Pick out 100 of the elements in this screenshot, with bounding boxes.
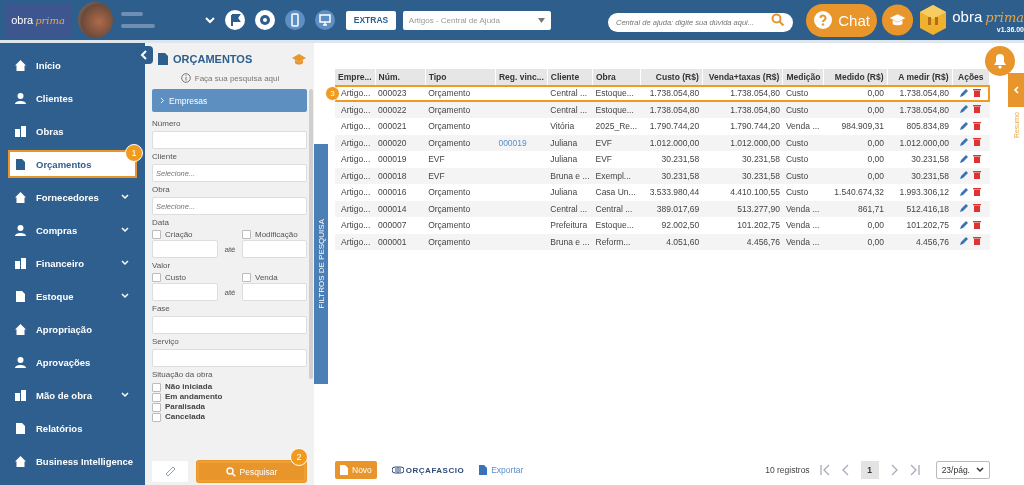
table-row[interactable]: Artigo... 000001 Orçamento Bruna e ... Reform... 4.051,60 4.456,76 Venda ... 0,00 4.456,76 xyxy=(335,233,990,250)
sidebar-item[interactable]: Aprovações xyxy=(8,348,137,376)
sidebar-item[interactable]: Apropriação xyxy=(8,315,137,343)
table-row[interactable]: Artigo... 000019 EVF Juliana EVF 30.231,58 30.231,58 Custo 0,00 30.231,58 xyxy=(335,151,990,168)
brand-script: prima xyxy=(985,9,1024,25)
home-icon xyxy=(14,58,27,72)
column-header[interactable]: A medir (R$) xyxy=(887,69,953,85)
sidebar-item[interactable]: Compras xyxy=(8,216,137,244)
checkbox[interactable]: Venda xyxy=(242,273,307,282)
checkbox[interactable]: Criação xyxy=(152,230,242,239)
sidebar-item[interactable]: Fornecedores xyxy=(8,183,137,211)
delete-icon[interactable] xyxy=(973,104,982,114)
sidebar-item[interactable]: Estoque xyxy=(8,282,137,310)
input-field[interactable] xyxy=(152,240,218,258)
input-field[interactable] xyxy=(152,131,307,149)
table-row[interactable]: Artigo... 000022 Orçamento Central ... Estoque... 1.738.054,80 1.738.054,80 Custo 0,00 1.738.054,80 xyxy=(335,101,990,118)
table-row[interactable]: Artigo... 000014 Orçamento Central ... Central ... 389.017,69 513.277,90 Venda ... 861,71 512.416,18 xyxy=(335,200,990,217)
table-cell: EVF xyxy=(595,137,613,148)
chevron-down-icon[interactable] xyxy=(205,16,216,24)
last-page-icon[interactable] xyxy=(908,464,921,476)
sidebar-item[interactable]: Mão de obra xyxy=(8,381,137,409)
delete-icon[interactable] xyxy=(973,120,982,130)
table-cell: Juliana xyxy=(550,187,578,198)
table-cell: 861,71 xyxy=(858,203,884,214)
delete-icon[interactable] xyxy=(973,137,982,147)
search-icon[interactable] xyxy=(771,13,786,27)
delete-icon[interactable] xyxy=(973,203,982,213)
first-page-icon[interactable] xyxy=(818,464,831,476)
column-header[interactable]: Obra xyxy=(592,69,641,85)
scrollbar[interactable] xyxy=(309,89,313,379)
checkbox[interactable]: Paralisada xyxy=(152,402,307,412)
table-cell: 000022 xyxy=(378,104,407,115)
column-header[interactable]: Empre... xyxy=(335,69,376,85)
table-cell: 30.231,58 xyxy=(911,154,950,165)
input-field[interactable] xyxy=(242,240,307,258)
checkbox[interactable]: Modificação xyxy=(242,230,307,239)
help-icon xyxy=(813,10,834,30)
export-link[interactable]: Exportar xyxy=(479,465,524,475)
table-cell: 805.834,89 xyxy=(906,121,950,132)
page-size-dropdown[interactable]: 23/pág. xyxy=(935,461,990,479)
delete-icon[interactable] xyxy=(973,219,982,229)
sidebar-item[interactable]: Início xyxy=(8,51,137,79)
table-cell: Central ... xyxy=(550,203,588,214)
input-field[interactable] xyxy=(242,283,307,301)
checkbox[interactable]: Custo xyxy=(152,273,242,282)
partner-logo-text: ORÇAFASCIO xyxy=(405,465,465,475)
filters-side-tab[interactable]: FILTROS DE PESQUISA xyxy=(314,144,328,384)
table-row[interactable]: Artigo... 000018 EVF Bruna e ... Exempl... 30.231,58 30.231,58 Custo 0,00 30.231,58 xyxy=(335,167,990,184)
column-header[interactable]: Reg. vinc... xyxy=(495,69,548,85)
checkbox[interactable]: Cancelada xyxy=(152,412,307,422)
delete-icon[interactable] xyxy=(973,170,982,180)
table-cell: Custo xyxy=(785,88,809,99)
monitor-icon[interactable] xyxy=(315,10,336,30)
flag-icon[interactable] xyxy=(225,10,246,30)
table-cell: Orçamento xyxy=(428,137,471,148)
input-field[interactable] xyxy=(152,316,307,334)
sidebar-item[interactable]: Obras xyxy=(8,117,137,145)
input-field[interactable] xyxy=(152,349,307,367)
field-label: Fase xyxy=(152,304,171,313)
table-row[interactable]: Artigo... 000020 Orçamento 000019 Juliana EVF 1.012.000,00 1.012.000,00 Custo 0,00 1.012.000,00 xyxy=(335,134,990,151)
sidebar-item[interactable]: Clientes xyxy=(8,84,137,112)
delete-icon[interactable] xyxy=(973,186,982,196)
sidebar-item[interactable]: Relatórios xyxy=(8,414,137,442)
brand-word: obra xyxy=(952,7,983,25)
table-cell: Orçamento xyxy=(428,121,471,132)
summary-toggle-button[interactable] xyxy=(1008,73,1024,107)
search-icon xyxy=(225,466,236,477)
column-header[interactable]: Medição xyxy=(782,69,824,85)
column-header[interactable]: Medido (R$) xyxy=(823,69,887,85)
field-label: Valor xyxy=(152,261,172,270)
caret-icon xyxy=(538,17,546,23)
table-cell: 984.909,31 xyxy=(841,121,884,132)
table-row[interactable]: Artigo... 000021 Orçamento Vitória 2025_Re... 1.790.744,20 1.790.744,20 Venda ... 984.909,31 805.834,89 xyxy=(335,118,990,135)
notification-bell-icon[interactable] xyxy=(985,46,1015,76)
column-header[interactable]: Custo (R$) xyxy=(640,69,703,85)
table-row[interactable]: Artigo... 000007 Orçamento Prefeitura Estoque... 92.002,50 101.202,75 Venda ... 0,00 101.202,75 xyxy=(335,217,990,234)
table-cell: 000021 xyxy=(378,121,407,132)
checkbox[interactable]: Em andamento xyxy=(152,392,307,402)
page-button[interactable]: 1 xyxy=(860,461,879,479)
column-header[interactable]: Venda+taxas (R$) xyxy=(702,69,783,85)
column-header[interactable]: Tipo xyxy=(425,69,496,85)
column-header[interactable]: Núm. xyxy=(375,69,426,85)
input-field[interactable] xyxy=(152,283,218,301)
column-header[interactable]: Cliente xyxy=(547,69,593,85)
delete-icon[interactable] xyxy=(973,87,982,97)
clear-button[interactable] xyxy=(152,461,188,482)
graduation-cap-icon[interactable] xyxy=(882,4,914,36)
extras-button[interactable]: EXTRAS xyxy=(346,10,396,30)
delete-icon[interactable] xyxy=(973,236,982,246)
column-header[interactable]: Ações xyxy=(952,69,990,85)
person-icon xyxy=(14,91,27,105)
phone-icon[interactable] xyxy=(285,10,306,30)
checkbox[interactable]: Não iniciada xyxy=(152,382,307,392)
settings-icon[interactable] xyxy=(255,10,276,30)
table-row[interactable]: Artigo... 000016 Orçamento Juliana Casa Un... 3.533.980,44 4.410.100,55 Custo 1.540.674,32 1.993.306,12 xyxy=(335,184,990,201)
table-cell: Venda ... xyxy=(785,236,820,247)
sidebar-item[interactable]: Financeiro xyxy=(8,249,137,277)
table-cell: 1.738.054,80 xyxy=(730,88,780,99)
sidebar-item[interactable]: Business Intelligence xyxy=(8,447,137,475)
delete-icon[interactable] xyxy=(973,153,982,163)
